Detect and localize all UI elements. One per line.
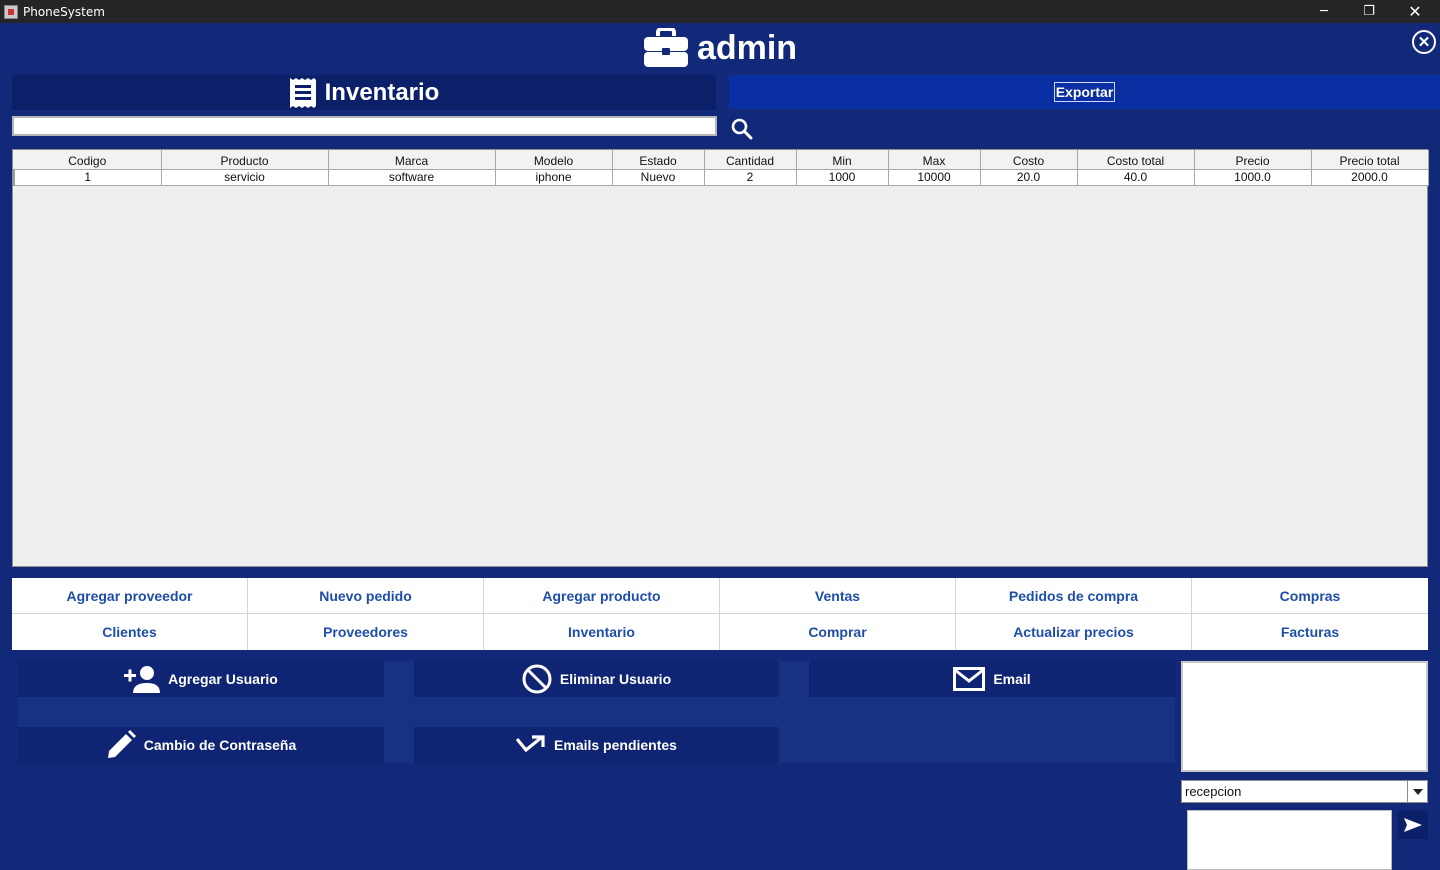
column-header[interactable]: Max <box>888 150 981 170</box>
column-header[interactable]: Producto <box>161 150 329 170</box>
table-cell[interactable]: servicio <box>161 169 329 186</box>
add-user-button[interactable]: Agregar Usuario <box>18 661 384 697</box>
email-label: Email <box>993 671 1031 687</box>
column-header[interactable]: Cantidad <box>704 150 797 170</box>
search-icon[interactable] <box>731 118 753 140</box>
pending-emails-label: Emails pendientes <box>554 737 677 753</box>
table-cell[interactable]: Nuevo <box>612 169 705 186</box>
add-user-icon <box>124 666 161 693</box>
column-header[interactable]: Precio <box>1194 150 1312 170</box>
nav-comprar[interactable]: Comprar <box>720 614 956 650</box>
delete-user-button[interactable]: Eliminar Usuario <box>414 661 779 697</box>
table-cell[interactable]: 1000 <box>796 169 889 186</box>
module-nav-grid: Agregar proveedor Nuevo pedido Agregar p… <box>12 578 1428 650</box>
nav-agregar-producto[interactable]: Agregar producto <box>484 578 720 614</box>
maximize-button[interactable]: ❐ <box>1346 0 1392 23</box>
recipient-selected-value: recepcion <box>1185 784 1242 799</box>
column-header[interactable]: Costo <box>980 150 1078 170</box>
table-header-row: Codigo Producto Marca Modelo Estado Cant… <box>14 150 1429 170</box>
table-cell[interactable]: iphone <box>495 169 613 186</box>
export-button[interactable]: Exportar <box>729 75 1440 109</box>
close-window-button[interactable]: ✕ <box>1392 0 1438 23</box>
table-cell[interactable]: 1000.0 <box>1194 169 1312 186</box>
logout-close-icon[interactable]: ✕ <box>1412 30 1436 54</box>
column-header[interactable]: Codigo <box>14 150 162 170</box>
delete-user-label: Eliminar Usuario <box>559 671 672 687</box>
pencil-icon <box>107 730 136 758</box>
nav-compras[interactable]: Compras <box>1192 578 1428 614</box>
app-header: admin <box>0 23 1440 73</box>
inventory-table[interactable]: Codigo Producto Marca Modelo Estado Cant… <box>12 149 1429 567</box>
nav-actualizar-precios[interactable]: Actualizar precios <box>956 614 1192 650</box>
table-row[interactable]: 1 servicio software iphone Nuevo 2 1000 … <box>13 169 1429 186</box>
table-cell[interactable]: 20.0 <box>980 169 1078 186</box>
nav-ventas[interactable]: Ventas <box>720 578 956 614</box>
export-button-label: Exportar <box>1053 82 1116 102</box>
change-password-label: Cambio de Contraseña <box>143 737 297 753</box>
window-titlebar: PhoneSystem ─ ❐ ✕ <box>0 0 1440 23</box>
section-title: Inventario <box>324 78 440 106</box>
envelope-icon <box>953 667 986 691</box>
receipt-icon <box>289 77 316 108</box>
add-user-label: Agregar Usuario <box>168 671 278 687</box>
email-button[interactable]: Email <box>809 661 1175 697</box>
table-cell[interactable]: 1 <box>13 169 162 186</box>
table-cell[interactable]: software <box>328 169 496 186</box>
send-icon <box>1404 818 1422 832</box>
search-input[interactable] <box>12 116 717 136</box>
chevron-down-icon[interactable] <box>1407 781 1427 802</box>
recipient-select[interactable]: recepcion <box>1181 780 1428 803</box>
nav-proveedores[interactable]: Proveedores <box>248 614 484 650</box>
send-button[interactable] <box>1398 811 1428 839</box>
java-app-icon <box>4 4 18 19</box>
nav-inventario[interactable]: Inventario <box>484 614 720 650</box>
table-cell[interactable]: 2000.0 <box>1311 169 1429 186</box>
minimize-button[interactable]: ─ <box>1301 0 1347 23</box>
change-password-button[interactable]: Cambio de Contraseña <box>18 727 384 763</box>
column-header[interactable]: Modelo <box>495 150 613 170</box>
table-cell[interactable]: 2 <box>704 169 797 186</box>
column-header[interactable]: Costo total <box>1077 150 1195 170</box>
trending-up-arrow-icon <box>516 735 545 753</box>
nav-pedidos-de-compra[interactable]: Pedidos de compra <box>956 578 1192 614</box>
chat-messages-area[interactable] <box>1181 661 1428 772</box>
window-title: PhoneSystem <box>23 4 105 19</box>
table-cell[interactable]: 10000 <box>888 169 981 186</box>
briefcase-icon <box>643 28 688 67</box>
block-icon <box>522 664 552 694</box>
nav-facturas[interactable]: Facturas <box>1192 614 1428 650</box>
current-user-label: admin <box>696 28 798 67</box>
pending-emails-button[interactable]: Emails pendientes <box>414 727 779 763</box>
column-header[interactable]: Marca <box>328 150 496 170</box>
table-cell[interactable]: 40.0 <box>1077 169 1195 186</box>
chat-message-input[interactable] <box>1187 810 1392 870</box>
column-header[interactable]: Estado <box>612 150 705 170</box>
nav-nuevo-pedido[interactable]: Nuevo pedido <box>248 578 484 614</box>
nav-clientes[interactable]: Clientes <box>12 614 248 650</box>
column-header[interactable]: Precio total <box>1311 150 1429 170</box>
nav-agregar-proveedor[interactable]: Agregar proveedor <box>12 578 248 614</box>
section-title-bar: Inventario <box>12 75 716 110</box>
column-header[interactable]: Min <box>796 150 889 170</box>
